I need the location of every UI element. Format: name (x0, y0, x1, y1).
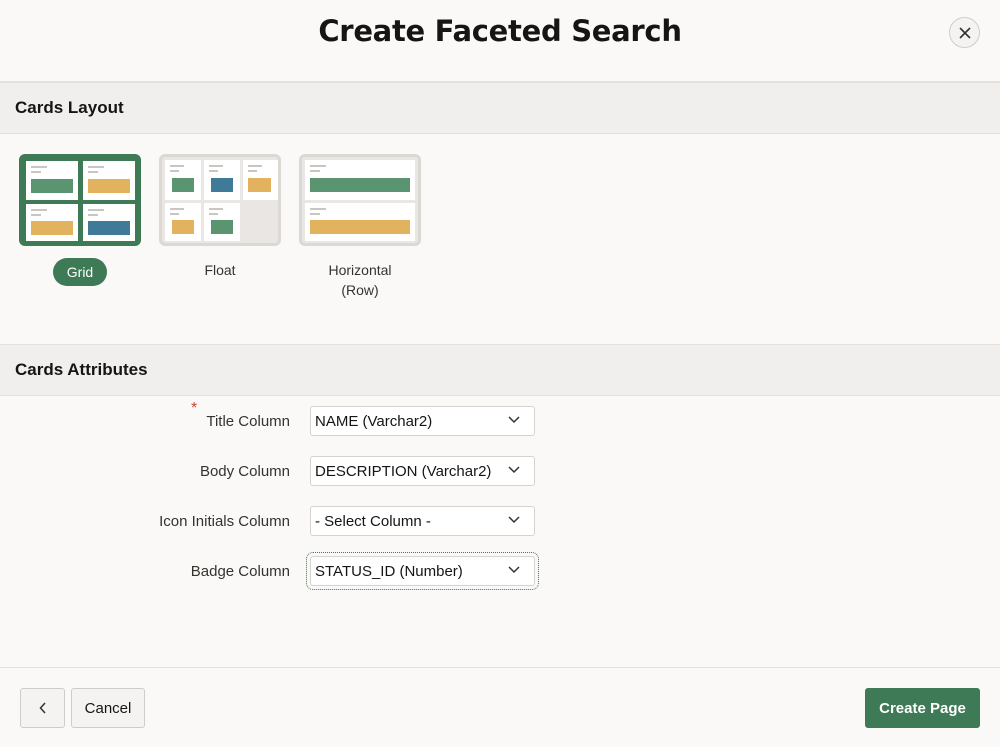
layout-option-float[interactable]: Float (159, 154, 281, 280)
create-page-button[interactable]: Create Page (865, 688, 980, 728)
icon-initials-column-value: - Select Column - (315, 513, 431, 530)
badge-column-select[interactable]: STATUS_ID (Number) (306, 552, 539, 590)
badge-column-value: STATUS_ID (Number) (315, 563, 463, 580)
horizontal-thumbnail (299, 154, 421, 246)
chevron-down-icon (508, 566, 520, 574)
required-indicator: * (191, 400, 198, 417)
body-column-select[interactable]: DESCRIPTION (Varchar2) (310, 456, 535, 486)
cards-layout-heading: Cards Layout (0, 82, 1000, 134)
chevron-down-icon (508, 466, 520, 474)
close-button[interactable] (949, 17, 980, 48)
title-column-value: NAME (Varchar2) (315, 413, 433, 430)
form-row-body-column: Body Column DESCRIPTION (Varchar2) (0, 456, 1000, 488)
layout-option-label: Float (204, 262, 236, 278)
cards-attributes-heading: Cards Attributes (0, 344, 1000, 396)
badge-column-label: Badge Column (190, 563, 290, 580)
layout-option-grid[interactable]: Grid (19, 154, 141, 286)
chevron-left-icon (38, 702, 46, 714)
form-row-title-column: * Title Column NAME (Varchar2) (0, 400, 1000, 438)
dialog-footer: Cancel Create Page (0, 667, 1000, 747)
layout-option-label: Horizontal (Row) (328, 262, 392, 298)
icon-initials-column-label: Icon Initials Column (159, 513, 290, 530)
title-column-label: Title Column (206, 413, 290, 430)
form-row-icon-initials-column: Icon Initials Column - Select Column - (0, 506, 1000, 538)
form-row-badge-column: Badge Column STATUS_ID (Number) (0, 552, 1000, 590)
body-column-value: DESCRIPTION (Varchar2) (315, 463, 492, 480)
icon-initials-column-select[interactable]: - Select Column - (310, 506, 535, 536)
layout-option-label: Grid (52, 258, 108, 286)
title-column-select[interactable]: NAME (Varchar2) (310, 406, 535, 436)
grid-thumbnail (19, 154, 141, 246)
dialog-title: Create Faceted Search (318, 14, 682, 48)
chevron-down-icon (508, 516, 520, 524)
float-thumbnail (159, 154, 281, 246)
close-icon (958, 26, 971, 39)
body-column-label: Body Column (199, 463, 290, 480)
chevron-down-icon (508, 416, 520, 424)
back-button[interactable] (20, 688, 65, 728)
layout-option-horizontal[interactable]: Horizontal (Row) (299, 154, 421, 300)
cancel-button[interactable]: Cancel (71, 688, 145, 728)
dialog-header: Create Faceted Search (0, 0, 1000, 82)
